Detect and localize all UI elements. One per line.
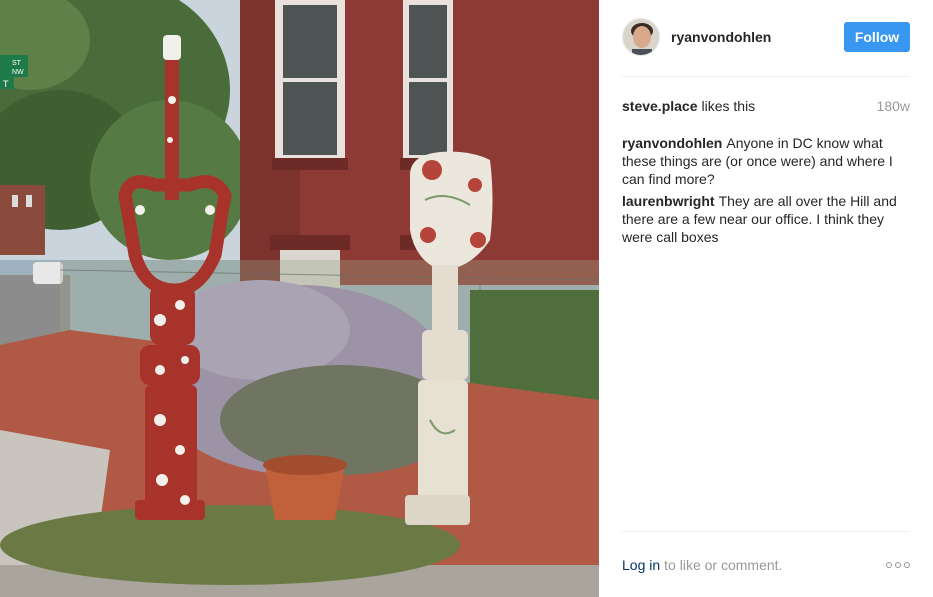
photo-scene: ST NW T	[0, 0, 599, 597]
post-age[interactable]: 180w	[877, 97, 910, 115]
footer-text: to like or comment.	[664, 557, 783, 573]
street-sign-text-1: ST	[12, 60, 22, 67]
dot-icon	[895, 562, 901, 568]
dot-icon	[886, 562, 892, 568]
liker-username[interactable]: steve.place	[622, 97, 698, 115]
footer-divider	[622, 531, 910, 532]
comment-username[interactable]: ryanvondohlen	[622, 135, 722, 151]
comment-list: ryanvondohlen Anyone in DC know what thes…	[622, 134, 910, 250]
follow-button[interactable]: Follow	[844, 22, 910, 52]
post-header: ryanvondohlen Follow	[622, 18, 910, 56]
dot-icon	[904, 562, 910, 568]
post-photo[interactable]: ST NW T	[0, 0, 599, 597]
post-footer: Log in to like or comment.	[622, 556, 910, 574]
avatar-image	[623, 19, 659, 55]
street-sign-text-2: NW	[12, 69, 24, 76]
likes-row: steve.place likes this 180w	[622, 97, 910, 115]
post-side-panel: ryanvondohlen Follow steve.place likes t…	[599, 0, 933, 597]
avatar[interactable]	[622, 18, 660, 56]
street-sign-text-3: T	[3, 79, 9, 89]
header-divider	[622, 76, 910, 77]
comment-item: ryanvondohlen Anyone in DC know what thes…	[622, 134, 910, 188]
post-author-username[interactable]: ryanvondohlen	[671, 29, 844, 45]
comment-item: laurenbwright They are all over the Hill …	[622, 192, 910, 246]
comment-username[interactable]: laurenbwright	[622, 193, 715, 209]
login-link[interactable]: Log in	[622, 556, 660, 574]
likes-text: likes this	[701, 98, 756, 114]
more-dots-icon[interactable]	[886, 560, 910, 570]
